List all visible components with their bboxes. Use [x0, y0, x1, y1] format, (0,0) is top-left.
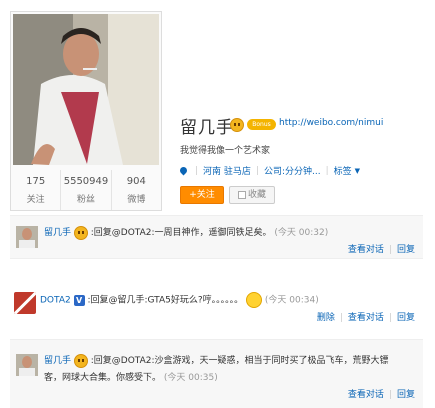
timestamp: (今天 00:35) [163, 373, 218, 383]
company-link[interactable]: 公司:分分钟... [264, 164, 321, 177]
stat-number: 5550949 [63, 176, 109, 187]
divider: | [195, 165, 199, 176]
comment-text: :回复@留几手:GTA5好玩么?哼。。。。。。 [87, 295, 244, 306]
divider: | [325, 165, 329, 176]
comment-actions: 查看对话 | 回复 [348, 387, 415, 400]
profile-url-link[interactable]: http://weibo.com/nimui [279, 118, 383, 128]
vip-badge[interactable]: Bonus [247, 119, 276, 130]
timestamp: (今天 00:34) [264, 295, 319, 306]
user-link[interactable]: 留几手 [44, 356, 71, 366]
avatar[interactable] [16, 226, 38, 248]
list-item: 留几手 :回复@DOTA2:沙盒游戏，天一疑惑，相当于同时买了极品飞车，荒野大镖… [10, 339, 423, 408]
emoticon-icon [73, 353, 88, 368]
verified-icon: V [73, 294, 85, 306]
favorite-label: 收藏 [247, 190, 266, 200]
stat-number: 904 [126, 176, 146, 187]
smile-emoji-icon [246, 292, 263, 308]
stat-label: 粉丝 [76, 195, 95, 205]
chevron-down-icon[interactable]: ▼ [355, 167, 360, 175]
comment-text: :回复@DOTA2:一周目神作，遥御同铁足矣。 [90, 228, 272, 238]
avatar[interactable] [16, 354, 38, 376]
profile-info-row: | 河南 驻马店 | 公司:分分钟... | 标签 ▼ [178, 164, 360, 177]
divider: | [388, 390, 392, 400]
profile-name: 留几手 [180, 118, 234, 138]
tags-dropdown[interactable]: 标签 [334, 164, 352, 177]
checkbox-icon [237, 190, 246, 199]
emoticon-icon [230, 118, 244, 132]
profile-bio: 我觉得我像一个艺术家 [180, 146, 271, 156]
reply-link[interactable]: 回复 [397, 245, 415, 255]
stat-label: 关注 [26, 195, 45, 205]
favorite-button[interactable]: 收藏 [229, 186, 275, 204]
divider: | [388, 245, 392, 255]
comment-line: 留几手 :回复@DOTA2:一周目神作，遥御同铁足矣。 (今天 00:32) [44, 225, 328, 242]
comment-text: :回复@DOTA2:沙盒游戏，天一疑惑，相当于同时买了极品飞车，荒野大镖 [90, 356, 389, 366]
user-link[interactable]: DOTA2 [40, 296, 71, 306]
comment-line: 留几手 :回复@DOTA2:沙盒游戏，天一疑惑，相当于同时买了极品飞车，荒野大镖… [44, 353, 416, 387]
comment-line: DOTA2 V :回复@留几手:GTA5好玩么?哼。。。。。。 (今天 00:3… [40, 292, 319, 310]
follow-button[interactable]: +关注 [180, 186, 224, 204]
user-link[interactable]: 留几手 [44, 228, 71, 238]
delete-link[interactable]: 删除 [317, 313, 335, 323]
view-conversation-link[interactable]: 查看对话 [348, 245, 384, 255]
stat-label: 微博 [127, 195, 146, 205]
stat-number: 175 [26, 176, 46, 187]
comment-actions: 删除 | 查看对话 | 回复 [317, 310, 415, 323]
profile-photo[interactable] [13, 14, 159, 165]
list-item: DOTA2 V :回复@留几手:GTA5好玩么?哼。。。。。。 (今天 00:3… [10, 272, 423, 326]
comment-text-continued: 客，网球大合集。你感受下。 [44, 373, 162, 383]
location-link[interactable]: 河南 驻马店 [203, 164, 251, 177]
profile-photo-card: 175 关注 5550949 粉丝 904 微博 [10, 11, 162, 211]
location-pin-icon [178, 165, 189, 176]
divider: | [388, 313, 392, 323]
view-conversation-link[interactable]: 查看对话 [348, 390, 384, 400]
dota-logo-icon[interactable] [14, 292, 36, 314]
stat-following[interactable]: 175 关注 [11, 170, 62, 210]
divider: | [255, 165, 259, 176]
timestamp: (今天 00:32) [274, 228, 329, 238]
emoticon-icon [73, 225, 88, 240]
stat-posts[interactable]: 904 微博 [112, 170, 161, 210]
stat-followers[interactable]: 5550949 粉丝 [61, 170, 112, 210]
list-item: 留几手 :回复@DOTA2:一周目神作，遥御同铁足矣。 (今天 00:32) 查… [10, 215, 423, 259]
divider: | [339, 313, 343, 323]
view-conversation-link[interactable]: 查看对话 [348, 313, 384, 323]
reply-link[interactable]: 回复 [397, 390, 415, 400]
reply-link[interactable]: 回复 [397, 313, 415, 323]
profile-stats: 175 关注 5550949 粉丝 904 微博 [11, 170, 161, 210]
comment-actions: 查看对话 | 回复 [348, 242, 415, 255]
